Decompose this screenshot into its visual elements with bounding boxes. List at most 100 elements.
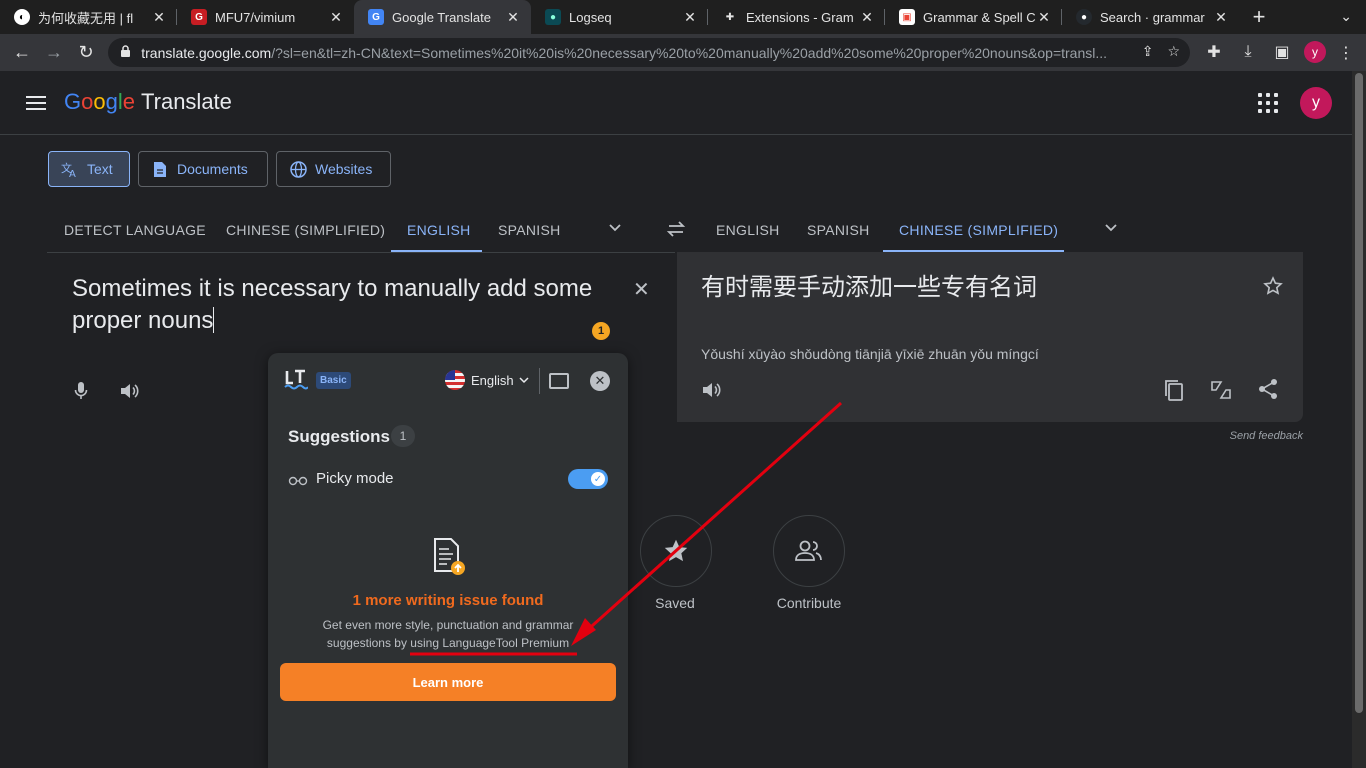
share-translation-icon[interactable] [1257,378,1279,407]
product-name: Translate [141,89,232,114]
source-lang-detect[interactable]: DETECT LANGUAGE [48,208,222,252]
listen-translation-speaker-icon[interactable] [701,380,721,405]
browser-tab[interactable]: ✚ Extensions - Gram ✕ [708,0,885,34]
browser-tab[interactable]: G MFU7/vimium ✕ [177,0,354,34]
close-tab-icon[interactable]: ✕ [1213,9,1229,26]
language-dropdown[interactable]: English [445,370,530,390]
browser-tab[interactable]: ▣ Grammar & Spell C ✕ [885,0,1062,34]
tab-title: MFU7/vimium [215,9,296,25]
copy-translation-icon[interactable] [1163,378,1185,407]
url-host: translate.google.com [141,44,272,61]
language-selector-bar: DETECT LANGUAGE CHINESE (SIMPLIFIED) ENG… [47,208,1303,252]
picky-mode-label: Picky mode [316,470,394,487]
address-bar[interactable]: translate.google.com /?sl=en&tl=zh-CN&te… [108,38,1190,67]
document-upgrade-icon [432,537,468,582]
bookmark-star-icon[interactable]: ☆ [1167,43,1180,60]
reload-button[interactable]: ↻ [70,37,102,69]
tab-title: 为何收藏无用 | fl [38,10,134,26]
tab-title: Logseq [569,9,612,25]
tab-documents-label: Documents [177,161,248,177]
clear-source-icon[interactable]: ✕ [633,277,650,302]
chevron-down-icon [519,377,529,384]
chrome-store-icon: ▣ [899,9,915,25]
download-icon[interactable]: ⤓ [1236,37,1260,67]
tab-search-chevron-icon[interactable]: ⌄ [1340,8,1352,25]
close-tab-icon[interactable]: ✕ [859,9,875,26]
tab-websites[interactable]: Websites [276,151,391,187]
source-text-input[interactable]: Sometimes it is necessary to manually ad… [72,273,612,337]
globe-icon [289,160,307,178]
url-path: /?sl=en&tl=zh-CN&text=Sometimes%20it%20i… [271,44,1108,61]
app-header: Google Translate y [0,71,1352,135]
browser-tab[interactable]: ● Search · grammar ✕ [1062,0,1239,34]
check-icon: ✓ [591,472,605,486]
open-sidebar-icon[interactable] [549,373,569,389]
swap-languages-icon[interactable] [665,218,687,243]
logseq-icon: ● [545,9,561,25]
share-icon[interactable]: ⇪ [1142,43,1154,60]
source-lang-spanish[interactable]: SPANISH [482,208,577,252]
star-filled-icon [664,539,688,562]
tab-title: Extensions - Gram [746,9,854,25]
browser-menu-icon[interactable]: ⋮ [1338,43,1354,63]
language-label: English [471,372,514,388]
tab-title: Search · grammar [1100,9,1205,25]
browser-tab[interactable]: ◐ 为何收藏无用 | fl ✕ [0,0,177,34]
glasses-icon [288,473,308,489]
send-feedback-link[interactable]: Send feedback [1230,430,1303,442]
us-flag-icon [445,370,465,390]
close-tab-icon[interactable]: ✕ [505,9,521,26]
new-tab-button[interactable]: + [1239,0,1279,34]
suggestions-heading: Suggestions [288,427,391,446]
close-panel-icon[interactable]: ✕ [590,371,610,391]
suggestions-count-badge: 1 [391,425,415,447]
rate-translation-icon[interactable] [1209,378,1233,407]
target-lang-english[interactable]: ENGLISH [700,208,796,252]
document-icon [151,160,169,178]
contribute-button[interactable] [773,515,845,587]
plan-badge: Basic [316,372,351,389]
close-tab-icon[interactable]: ✕ [328,9,344,26]
tab-documents[interactable]: Documents [138,151,268,187]
close-tab-icon[interactable]: ✕ [682,9,698,26]
page-scrollbar[interactable] [1352,71,1366,768]
forward-button[interactable]: → [38,37,70,69]
profile-avatar[interactable]: y [1304,41,1326,63]
browser-tab-active[interactable]: G Google Translate ✕ [354,0,531,34]
close-tab-icon[interactable]: ✕ [151,9,167,26]
learn-more-button[interactable]: Learn more [280,663,616,701]
back-button[interactable]: ← [6,37,38,69]
browser-toolbar: ← → ↻ translate.google.com /?sl=en&tl=zh… [0,34,1366,71]
lock-icon[interactable] [120,44,131,61]
people-icon [795,540,822,561]
picky-mode-toggle[interactable]: ✓ [568,469,608,489]
google-translate-icon: G [368,9,384,25]
extensions-puzzle-icon[interactable]: ✚ [1202,37,1226,67]
listen-source-speaker-icon[interactable] [119,381,139,406]
target-lang-chinese[interactable]: CHINESE (SIMPLIFIED) [883,208,1064,252]
source-more-langs-chevron-icon[interactable] [608,220,622,237]
source-lang-chinese[interactable]: CHINESE (SIMPLIFIED) [210,208,401,252]
tab-title: Grammar & Spell C [923,9,1036,25]
microphone-icon[interactable] [74,381,88,406]
close-tab-icon[interactable]: ✕ [1036,9,1052,26]
saved-button[interactable] [640,515,712,587]
puzzle-icon: ✚ [725,11,735,23]
save-translation-star-icon[interactable] [1263,276,1283,301]
languagetool-issue-badge[interactable]: 1 [592,322,610,340]
target-more-langs-chevron-icon[interactable] [1104,220,1118,237]
browser-tab[interactable]: ● Logseq ✕ [531,0,708,34]
languagetool-logo [284,369,309,396]
contribute-label: Contribute [776,595,842,611]
tab-text[interactable]: 文A Text [48,151,130,187]
target-lang-spanish[interactable]: SPANISH [791,208,886,252]
source-lang-english[interactable]: ENGLISH [391,208,482,252]
main-menu-icon[interactable] [24,91,48,115]
google-apps-icon[interactable] [1258,93,1278,113]
side-panel-icon[interactable]: ▣ [1270,37,1294,67]
google-translate-logo[interactable]: Google Translate [64,89,232,115]
account-avatar[interactable]: y [1300,87,1332,119]
website-icon: ◐ [14,9,30,25]
tab-text-label: Text [87,161,113,177]
gitee-icon: G [191,9,207,25]
